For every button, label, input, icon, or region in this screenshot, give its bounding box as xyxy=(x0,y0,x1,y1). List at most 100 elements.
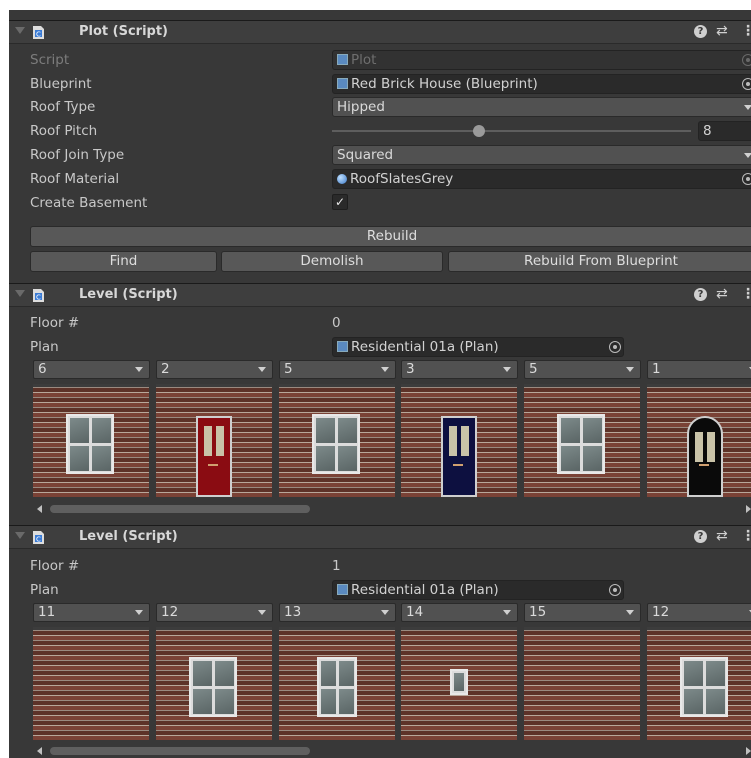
tile-index-dropdown[interactable]: 12 xyxy=(156,603,273,622)
plan-value: Residential 01a (Plan) xyxy=(351,582,499,598)
svg-text:C: C xyxy=(36,294,41,302)
roof-pitch-label: Roof Pitch xyxy=(30,123,98,139)
tile-index-dropdown[interactable]: 2 xyxy=(156,360,273,379)
blueprint-field[interactable]: Red Brick House (Blueprint) xyxy=(332,74,751,94)
roof-material-value: RoofSlatesGrey xyxy=(350,171,454,187)
scroll-right-icon[interactable] xyxy=(746,747,751,755)
object-picker-icon[interactable] xyxy=(609,341,621,353)
object-picker-icon[interactable] xyxy=(742,173,751,185)
tile-index-dropdown[interactable]: 5 xyxy=(279,360,396,379)
tile-index-dropdown[interactable]: 14 xyxy=(401,603,518,622)
window-pane xyxy=(92,418,111,443)
tile-index-dropdown[interactable]: 15 xyxy=(524,603,641,622)
window-pane xyxy=(92,446,111,471)
tile-index-dropdown[interactable]: 6 xyxy=(33,360,150,379)
tile-top-band xyxy=(524,384,640,387)
roof-pitch-input[interactable]: 8 xyxy=(698,121,751,141)
facade-tile xyxy=(401,384,517,497)
plot-component-header[interactable]: C Plot (Script) ? ⇄ ⋮ xyxy=(9,20,751,44)
roof-type-dropdown[interactable]: Hipped xyxy=(332,97,751,117)
object-picker-icon[interactable] xyxy=(742,78,751,90)
tile-index-value: 15 xyxy=(529,604,547,620)
tile-top-band xyxy=(156,627,272,630)
svg-text:C: C xyxy=(36,536,41,544)
component-title: Level (Script) xyxy=(79,287,178,302)
window-graphic xyxy=(189,657,237,717)
door-graphic xyxy=(687,416,723,497)
rebuild-button[interactable]: Rebuild xyxy=(30,226,751,247)
context-menu-icon[interactable]: ⋮ xyxy=(741,23,751,39)
scrollbar-thumb[interactable] xyxy=(50,747,310,755)
tile-index-dropdown[interactable]: 11 xyxy=(33,603,150,622)
tile-index-dropdown[interactable]: 1 xyxy=(647,360,751,379)
chevron-down-icon xyxy=(135,610,143,615)
door-glass xyxy=(449,426,457,456)
tile-index-value: 3 xyxy=(406,361,415,377)
script-label: Script xyxy=(30,52,70,68)
window-pane xyxy=(321,689,336,714)
level-1-horizontal-scrollbar[interactable] xyxy=(33,744,751,758)
tile-index-value: 12 xyxy=(161,604,179,620)
scroll-left-icon[interactable] xyxy=(37,505,42,513)
tile-top-band xyxy=(401,384,517,387)
demolish-button[interactable]: Demolish xyxy=(221,251,443,272)
tile-index-dropdown[interactable]: 5 xyxy=(524,360,641,379)
component-title: Level (Script) xyxy=(79,529,178,544)
plan-field[interactable]: Residential 01a (Plan) xyxy=(332,580,624,600)
level-0-component-header[interactable]: C Level (Script) ? ⇄ ⋮ xyxy=(9,283,751,307)
level-1-component-header[interactable]: C Level (Script) ? ⇄ ⋮ xyxy=(9,525,751,549)
facade-tile xyxy=(33,627,149,740)
roof-pitch-slider-thumb[interactable] xyxy=(473,125,486,137)
plan-field[interactable]: Residential 01a (Plan) xyxy=(332,337,624,357)
context-menu-icon[interactable]: ⋮ xyxy=(741,286,751,302)
tile-top-band xyxy=(647,384,751,387)
find-button[interactable]: Find xyxy=(30,251,217,272)
tile-index-value: 2 xyxy=(161,361,170,377)
help-icon[interactable]: ? xyxy=(694,530,707,543)
presets-icon[interactable]: ⇄ xyxy=(716,528,728,544)
object-picker-icon[interactable] xyxy=(609,584,621,596)
tile-index-dropdown[interactable]: 12 xyxy=(647,603,751,622)
facade-tile xyxy=(279,627,395,740)
scroll-right-icon[interactable] xyxy=(746,505,751,513)
roof-material-field[interactable]: RoofSlatesGrey xyxy=(332,169,751,189)
create-basement-checkbox[interactable]: ✓ xyxy=(332,194,348,210)
svg-text:C: C xyxy=(36,31,41,39)
roof-pitch-slider[interactable] xyxy=(332,130,691,132)
presets-icon[interactable]: ⇄ xyxy=(716,23,728,39)
tile-index-value: 13 xyxy=(284,604,302,620)
foldout-arrow-icon[interactable] xyxy=(15,290,25,297)
tile-index-value: 1 xyxy=(652,361,661,377)
plan-asset-icon xyxy=(337,584,348,595)
tile-index-dropdown[interactable]: 3 xyxy=(401,360,518,379)
help-icon[interactable]: ? xyxy=(694,288,707,301)
foldout-arrow-icon[interactable] xyxy=(15,532,25,539)
script-asset-icon xyxy=(337,54,348,65)
chevron-down-icon xyxy=(626,367,634,372)
door-handle xyxy=(699,464,709,466)
context-menu-icon[interactable]: ⋮ xyxy=(741,528,751,544)
window-pane xyxy=(70,418,89,443)
level-0-horizontal-scrollbar[interactable] xyxy=(33,502,751,516)
floor-number-value: 0 xyxy=(332,315,341,331)
presets-icon[interactable]: ⇄ xyxy=(716,286,728,302)
tile-top-band xyxy=(647,627,751,630)
scroll-left-icon[interactable] xyxy=(37,747,42,755)
tile-index-value: 6 xyxy=(38,361,47,377)
chevron-down-icon xyxy=(626,610,634,615)
plan-label: Plan xyxy=(30,339,59,355)
facade-tile xyxy=(647,384,751,497)
tile-top-band xyxy=(33,627,149,630)
rebuild-from-blueprint-button[interactable]: Rebuild From Blueprint xyxy=(448,251,751,272)
door-graphic xyxy=(441,416,477,497)
chevron-down-icon xyxy=(135,367,143,372)
roof-type-value: Hipped xyxy=(337,99,385,115)
foldout-arrow-icon[interactable] xyxy=(15,27,25,34)
chevron-down-icon xyxy=(503,610,511,615)
tile-top-band xyxy=(156,384,272,387)
window-pane xyxy=(70,446,89,471)
tile-index-dropdown[interactable]: 13 xyxy=(279,603,396,622)
help-icon[interactable]: ? xyxy=(694,25,707,38)
roof-join-dropdown[interactable]: Squared xyxy=(332,145,751,165)
scrollbar-thumb[interactable] xyxy=(50,505,310,513)
